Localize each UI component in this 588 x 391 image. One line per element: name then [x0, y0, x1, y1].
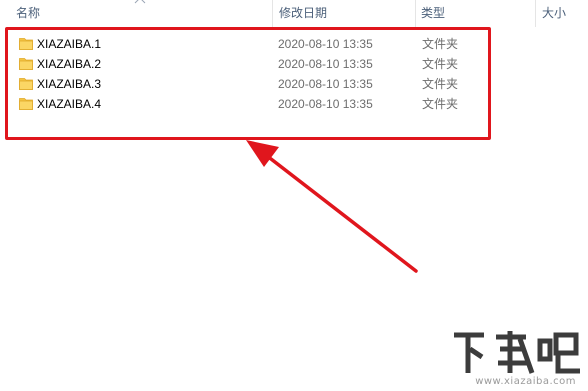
file-type: 文件夹	[422, 77, 459, 91]
file-row[interactable]: XIAZAIBA.1 2020-08-10 13:35 文件夹	[16, 34, 476, 54]
folder-icon	[19, 58, 33, 70]
file-row[interactable]: XIAZAIBA.3 2020-08-10 13:35 文件夹	[16, 74, 476, 94]
file-date-modified: 2020-08-10 13:35	[278, 57, 373, 71]
watermark-logo: www.xiazaiba.com	[450, 329, 582, 387]
file-name: XIAZAIBA.4	[37, 97, 102, 111]
sort-caret-icon	[134, 0, 146, 4]
column-header-name-label: 名称	[16, 6, 41, 20]
folder-icon	[19, 98, 33, 110]
column-header-size[interactable]: 大小	[535, 0, 588, 27]
column-header-date-modified[interactable]: 修改日期	[272, 0, 415, 27]
file-name: XIAZAIBA.3	[37, 77, 102, 91]
column-header-date-label: 修改日期	[279, 6, 328, 20]
watermark-logo-glyphs	[454, 331, 580, 374]
folder-icon	[19, 78, 33, 90]
file-explorer-view: 名称 修改日期 类型 大小 XIAZAIBA.1 2020-08-10 13:3…	[0, 0, 588, 391]
file-type: 文件夹	[422, 57, 459, 71]
column-header-name[interactable]: 名称	[10, 0, 272, 27]
folder-icon	[19, 38, 33, 50]
watermark-url: www.xiazaiba.com	[475, 376, 576, 387]
column-header-size-label: 大小	[542, 6, 567, 20]
file-type: 文件夹	[422, 37, 459, 51]
file-name: XIAZAIBA.2	[37, 57, 102, 71]
file-row[interactable]: XIAZAIBA.4 2020-08-10 13:35 文件夹	[16, 94, 476, 114]
file-date-modified: 2020-08-10 13:35	[278, 77, 373, 91]
file-name: XIAZAIBA.1	[37, 37, 102, 51]
column-header-bar: 名称 修改日期 类型 大小	[0, 0, 588, 27]
column-header-type-label: 类型	[421, 6, 446, 20]
file-row[interactable]: XIAZAIBA.2 2020-08-10 13:35 文件夹	[16, 54, 476, 74]
column-header-type[interactable]: 类型	[415, 0, 535, 27]
file-date-modified: 2020-08-10 13:35	[278, 37, 373, 51]
file-list: XIAZAIBA.1 2020-08-10 13:35 文件夹 XIAZAIBA…	[16, 34, 476, 114]
file-date-modified: 2020-08-10 13:35	[278, 97, 373, 111]
file-type: 文件夹	[422, 97, 459, 111]
